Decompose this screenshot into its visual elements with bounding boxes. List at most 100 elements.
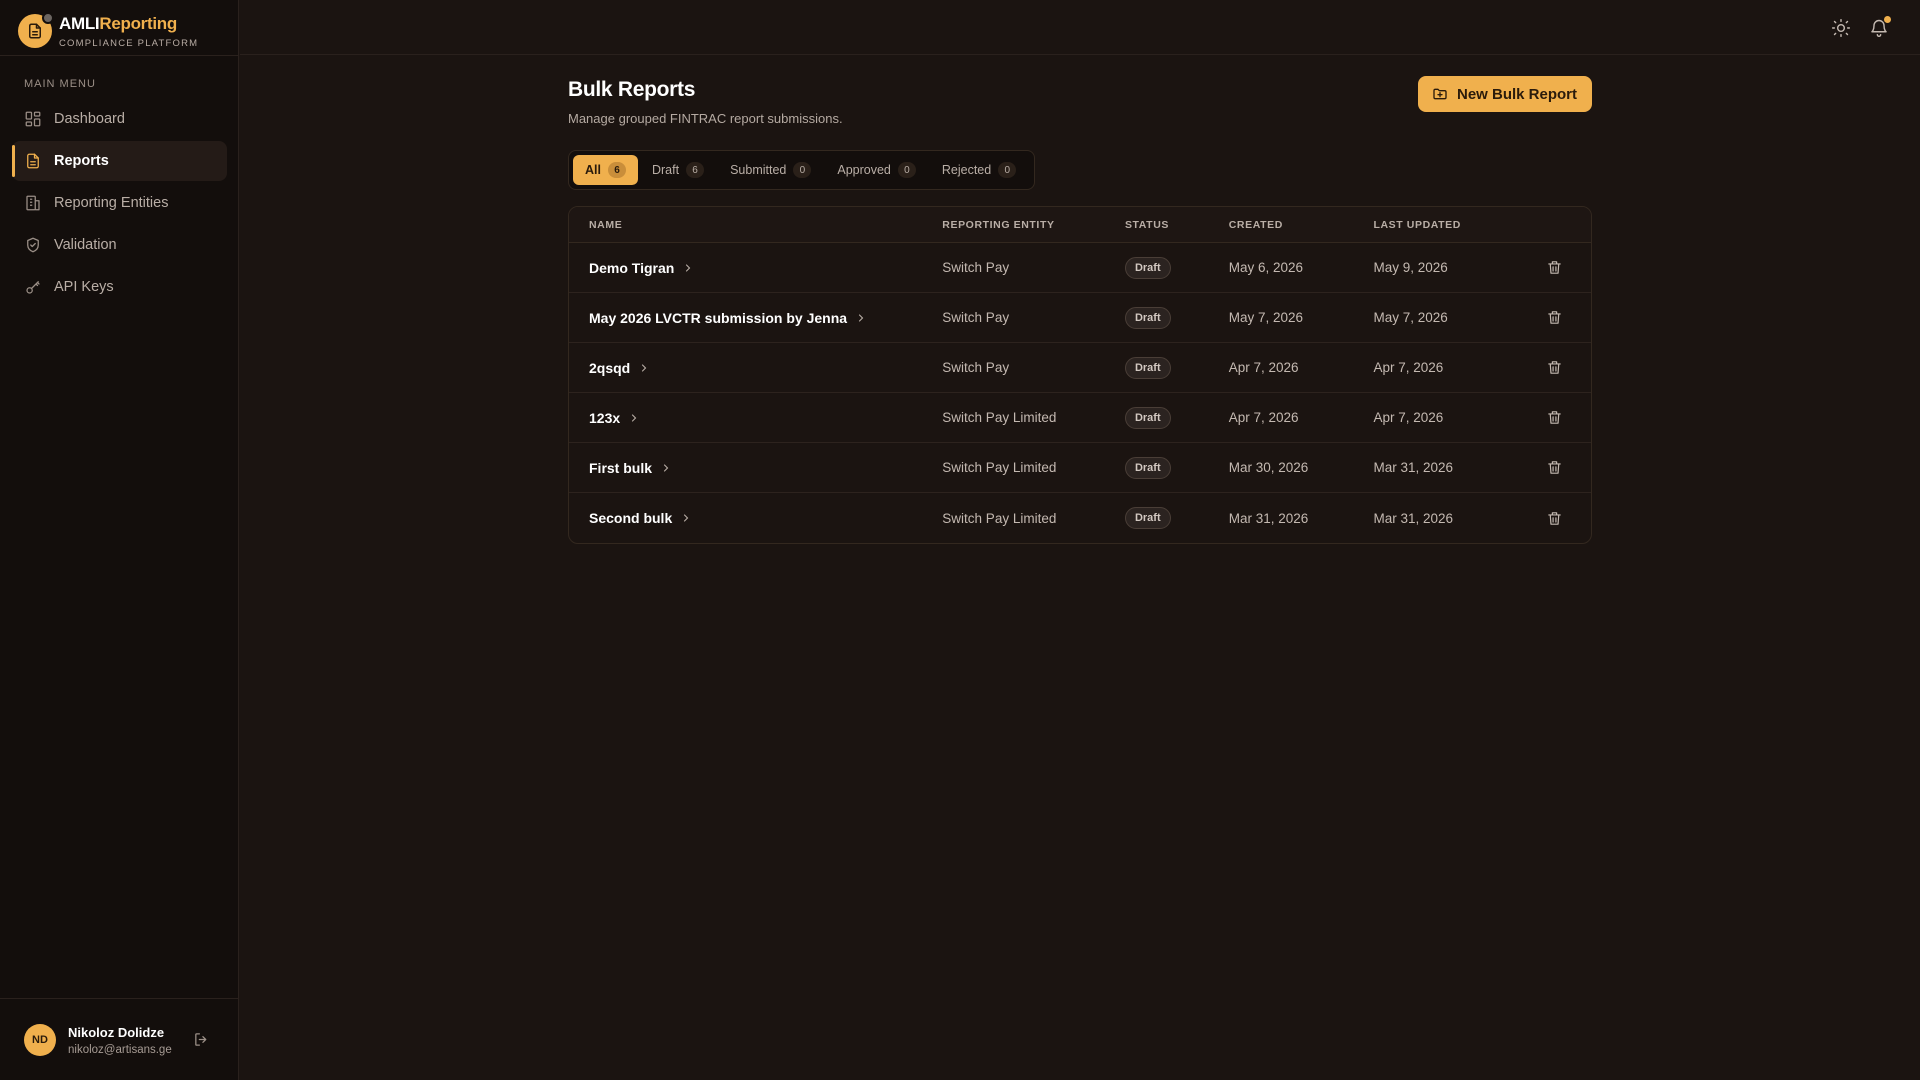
sidebar-item-dashboard[interactable]: Dashboard bbox=[12, 99, 227, 139]
tab-submitted[interactable]: Submitted 0 bbox=[718, 155, 823, 185]
sidebar-nav: Dashboard Reports Reporting Entities Val… bbox=[12, 99, 227, 309]
trash-icon[interactable] bbox=[1546, 259, 1563, 276]
updated-date: Apr 7, 2026 bbox=[1373, 410, 1444, 425]
sidebar-item-label: API Keys bbox=[54, 279, 114, 295]
user-name: Nikoloz Dolidze bbox=[68, 1024, 165, 1040]
sidebar-divider bbox=[0, 55, 239, 56]
status-badge: Draft bbox=[1124, 507, 1171, 529]
report-name-link[interactable]: First bulk bbox=[569, 460, 942, 476]
tab-all[interactable]: All 6 bbox=[573, 155, 638, 185]
updated-date: Mar 31, 2026 bbox=[1373, 460, 1454, 475]
status-badge: Draft bbox=[1124, 356, 1171, 379]
table-row[interactable]: 123x Switch Pay Limited Draft Apr 7, 202… bbox=[569, 393, 1591, 443]
sidebar-item-validation[interactable]: Validation bbox=[12, 225, 227, 265]
new-bulk-report-button[interactable]: New Bulk Report bbox=[1417, 76, 1592, 112]
tab-count: 0 bbox=[897, 162, 916, 178]
sidebar: AMLIReporting COMPLIANCE PLATFORM MAIN M… bbox=[0, 0, 239, 1080]
tab-rejected[interactable]: Rejected 0 bbox=[930, 155, 1028, 185]
trash-icon[interactable] bbox=[1546, 309, 1563, 326]
sidebar-item-label: Dashboard bbox=[54, 111, 125, 127]
brand-name: AMLIReporting bbox=[59, 13, 177, 33]
status-badge: Draft bbox=[1124, 306, 1171, 329]
trash-icon[interactable] bbox=[1546, 359, 1563, 376]
reporting-entity: Switch Pay bbox=[942, 260, 1010, 275]
key-icon bbox=[26, 281, 40, 294]
tab-count: 6 bbox=[607, 162, 626, 178]
chevron-right-icon bbox=[632, 413, 637, 422]
tab-count: 0 bbox=[793, 162, 812, 178]
table-row[interactable]: 2qsqd Switch Pay Draft Apr 7, 2026 Apr 7… bbox=[569, 343, 1591, 393]
main-content: Bulk Reports Manage grouped FINTRAC repo… bbox=[568, 76, 1592, 544]
sidebar-item-reporting-entities[interactable]: Reporting Entities bbox=[12, 183, 227, 223]
sidebar-item-label: Reporting Entities bbox=[54, 195, 169, 211]
chevron-right-icon bbox=[642, 363, 647, 372]
logo-status-dot bbox=[42, 12, 54, 24]
updated-date: Apr 7, 2026 bbox=[1373, 360, 1444, 375]
avatar: ND bbox=[24, 1024, 56, 1056]
reporting-entity: Switch Pay Limited bbox=[942, 410, 1057, 425]
tab-count: 6 bbox=[686, 162, 705, 178]
table-row[interactable]: First bulk Switch Pay Limited Draft Mar … bbox=[569, 443, 1591, 493]
report-name-link[interactable]: Demo Tigran bbox=[569, 260, 942, 276]
shield-check-icon bbox=[27, 237, 39, 253]
reporting-entity: Switch Pay bbox=[942, 310, 1010, 325]
table-row[interactable]: Second bulk Switch Pay Limited Draft Mar… bbox=[569, 493, 1591, 543]
document-icon bbox=[27, 153, 39, 169]
sidebar-footer-divider bbox=[0, 998, 239, 999]
updated-date: Mar 31, 2026 bbox=[1373, 510, 1454, 526]
trash-icon[interactable] bbox=[1546, 459, 1563, 476]
status-badge: Draft bbox=[1124, 456, 1171, 479]
column-header-created[interactable]: CREATED bbox=[1229, 219, 1374, 231]
status-badge: Draft bbox=[1124, 406, 1171, 429]
user-profile[interactable]: ND Nikoloz Dolidze nikoloz@artisans.ge bbox=[24, 1024, 172, 1056]
folder-plus-icon bbox=[1433, 88, 1447, 100]
tab-approved[interactable]: Approved 0 bbox=[825, 155, 928, 185]
created-date: Apr 7, 2026 bbox=[1228, 360, 1299, 375]
chevron-right-icon bbox=[663, 463, 669, 472]
sidebar-item-label: Reports bbox=[54, 153, 109, 169]
column-header-status[interactable]: STATUS bbox=[1125, 219, 1229, 231]
table-row[interactable]: May 2026 LVCTR submission by Jenna Switc… bbox=[569, 293, 1591, 343]
sidebar-item-api-keys[interactable]: API Keys bbox=[12, 267, 227, 307]
top-bar bbox=[240, 0, 1920, 55]
reporting-entity: Switch Pay bbox=[942, 360, 1010, 375]
report-name-link[interactable]: May 2026 LVCTR submission by Jenna bbox=[569, 310, 942, 326]
page-subtitle: Manage grouped FINTRAC report submission… bbox=[568, 111, 843, 126]
sidebar-item-label: Validation bbox=[54, 237, 117, 253]
reporting-entity: Switch Pay Limited bbox=[942, 510, 1057, 526]
brand-logo-icon bbox=[18, 12, 54, 48]
logout-icon[interactable] bbox=[193, 1031, 210, 1048]
report-name-link[interactable]: Second bulk bbox=[569, 510, 942, 526]
status-badge: Draft bbox=[1124, 256, 1171, 279]
created-date: Apr 7, 2026 bbox=[1228, 410, 1299, 425]
table-row[interactable]: Demo Tigran Switch Pay Draft May 6, 2026… bbox=[569, 243, 1591, 293]
menu-section-label: MAIN MENU bbox=[24, 78, 96, 90]
reporting-entity: Switch Pay Limited bbox=[942, 460, 1057, 475]
trash-icon[interactable] bbox=[1546, 409, 1563, 426]
brand-subtitle: COMPLIANCE PLATFORM bbox=[59, 37, 199, 49]
notification-dot bbox=[1884, 16, 1891, 23]
grid-icon bbox=[25, 111, 41, 127]
created-date: Mar 30, 2026 bbox=[1228, 460, 1309, 475]
created-date: May 7, 2026 bbox=[1228, 310, 1304, 325]
created-date: Mar 31, 2026 bbox=[1228, 510, 1309, 526]
column-header-entity[interactable]: REPORTING ENTITY bbox=[942, 219, 1125, 231]
sidebar-item-reports[interactable]: Reports bbox=[12, 141, 227, 181]
trash-icon[interactable] bbox=[1546, 510, 1563, 527]
column-header-name[interactable]: NAME bbox=[569, 219, 942, 231]
chevron-right-icon bbox=[686, 263, 691, 272]
brand[interactable]: AMLIReporting COMPLIANCE PLATFORM bbox=[18, 10, 198, 52]
chevron-right-icon bbox=[858, 313, 864, 322]
report-name-link[interactable]: 123x bbox=[569, 410, 942, 426]
bulk-reports-table: NAME REPORTING ENTITY STATUS CREATED LAS… bbox=[568, 206, 1592, 544]
chevron-right-icon bbox=[684, 514, 689, 522]
table-header: NAME REPORTING ENTITY STATUS CREATED LAS… bbox=[569, 207, 1591, 243]
report-name-link[interactable]: 2qsqd bbox=[569, 360, 942, 376]
building-icon bbox=[26, 195, 40, 211]
column-header-updated[interactable]: LAST UPDATED bbox=[1373, 219, 1518, 231]
sun-icon[interactable] bbox=[1831, 18, 1851, 38]
tab-draft[interactable]: Draft 6 bbox=[640, 155, 716, 185]
updated-date: May 7, 2026 bbox=[1373, 310, 1448, 325]
tab-count: 0 bbox=[998, 162, 1017, 178]
user-email: nikoloz@artisans.ge bbox=[68, 1043, 172, 1056]
